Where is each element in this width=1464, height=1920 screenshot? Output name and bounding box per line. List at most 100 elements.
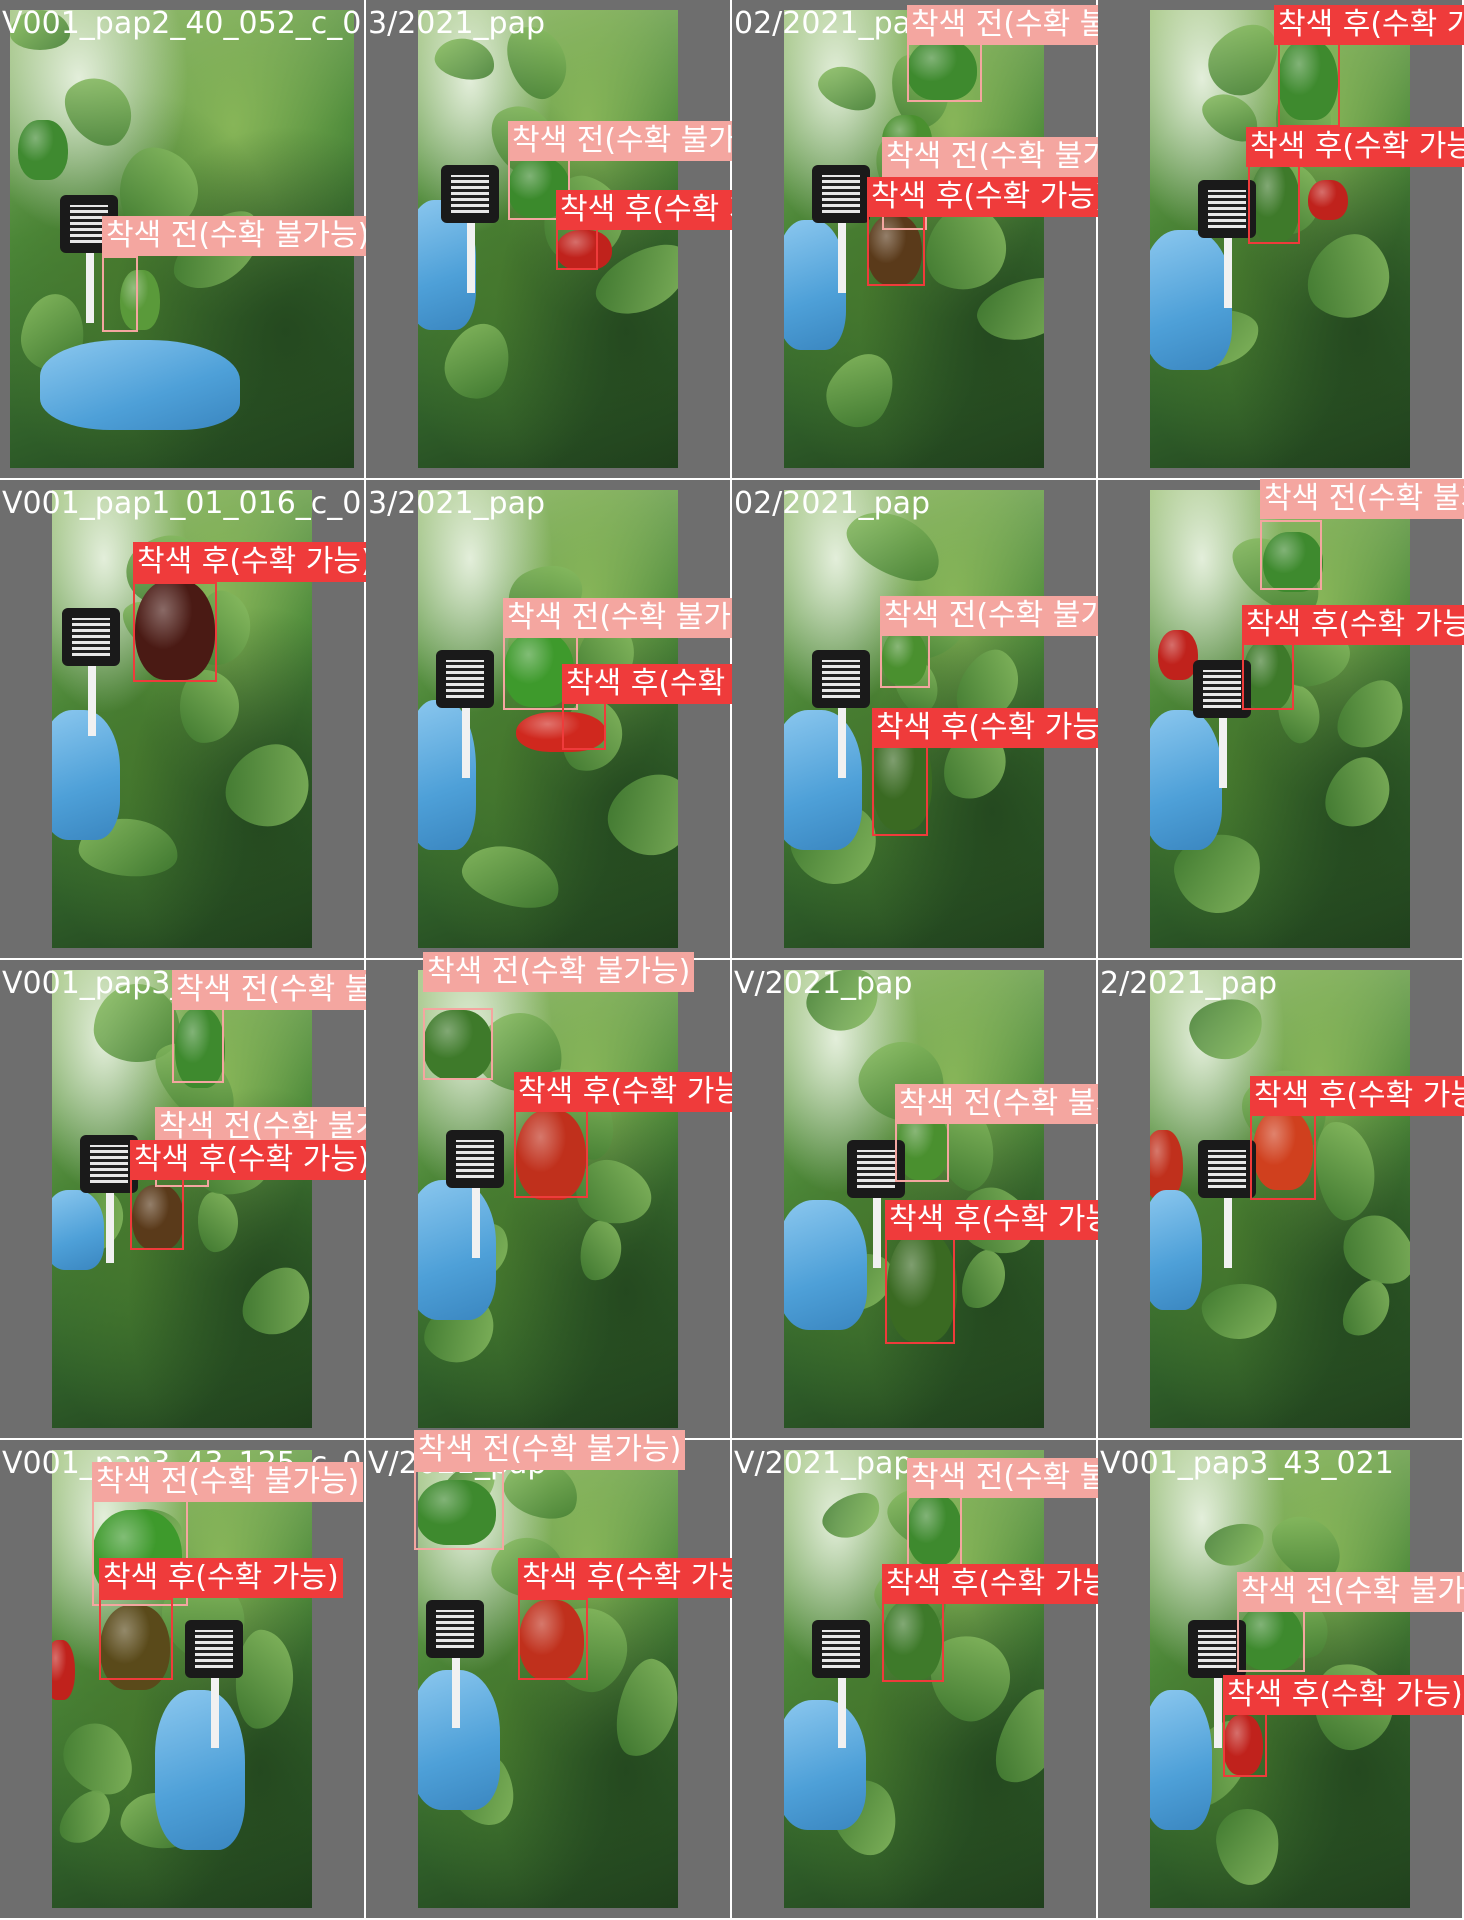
- leaf: [1292, 220, 1408, 336]
- image-filename: V001_pap3_43_021: [1100, 1446, 1394, 1481]
- image-filename: V001_pap2_40_052_c_0: [2, 6, 362, 41]
- detection-box-after: [1248, 162, 1300, 244]
- bell-pepper: [18, 120, 68, 180]
- detection-box-before: [907, 1495, 962, 1567]
- blue-glove-hand: [155, 1690, 245, 1850]
- detection-box-after: [562, 700, 606, 750]
- image-filename: 2/2021_pap: [1100, 966, 1278, 1001]
- qr-tag: [812, 650, 870, 778]
- detection-label-after: 착색 후(수확 가능): [872, 708, 1116, 748]
- leaf: [196, 1191, 240, 1253]
- mosaic-tile: 착색 후(수확 가능) 착색 후(수확 가능): [1098, 0, 1464, 480]
- detection-mosaic: V001_pap2_40_052_c_0 착색 전(수확 불가능) 3/2021_p…: [0, 0, 1464, 1920]
- detection-label-before: 착색 전(수확 불가능): [102, 216, 374, 256]
- blue-glove-hand: [1150, 230, 1232, 370]
- image-filename: V/2021_pap: [734, 966, 913, 1001]
- bell-pepper: [1308, 180, 1348, 220]
- detection-box-after: [867, 212, 925, 286]
- detection-label-after: 착색 후(수확 가능): [1274, 5, 1464, 45]
- pepper-plant-photo: [784, 970, 1044, 1428]
- detection-box-after: [1278, 42, 1340, 127]
- detection-box-before: [102, 256, 138, 332]
- mosaic-tile: V/2021_pap착색 전(수확 불가능)착색 후(수확 가능): [732, 960, 1167, 1440]
- detection-label-after: 착색 후(수확 가능): [885, 1200, 1129, 1240]
- qr-tag: [446, 1130, 504, 1258]
- pepper-plant-photo: [418, 10, 678, 468]
- qr-tag: [812, 1620, 870, 1748]
- mosaic-tile: V001_pap1_01_016_c_0 착색 후(수확 가능): [0, 480, 377, 960]
- detection-box-after: [885, 1232, 955, 1344]
- detection-box-after: [1250, 1110, 1316, 1200]
- detection-box-before: [423, 1008, 493, 1080]
- image-filename: 02/2021_pap: [734, 6, 931, 41]
- mosaic-tile: V001_pap3_4 착색 전(수확 불가능) 착색 전(수확 불가능) 착색 후(…: [0, 960, 444, 1440]
- blue-glove-hand: [1150, 710, 1222, 850]
- qr-tag: [1198, 1140, 1256, 1268]
- detection-label-after: 착색 후(수확 가능): [1250, 1076, 1464, 1116]
- blue-glove-hand: [52, 1190, 104, 1270]
- detection-label-after: 착색 후(수확 가능): [867, 177, 1111, 217]
- detection-box-after: [1223, 1705, 1267, 1777]
- leaf: [1310, 1117, 1381, 1224]
- detection-label-after: 착색 후(수확 가능): [133, 542, 377, 582]
- blue-glove-hand: [1150, 1690, 1212, 1830]
- mosaic-tile: 착색 전(수확 불가능) 착색 후(수확 가능): [366, 952, 758, 1440]
- mosaic-tile: V001_pap2_40_052_c_0 착색 전(수확 불가능): [0, 0, 374, 480]
- qr-tag: [812, 165, 870, 293]
- detection-box-before: [1260, 520, 1322, 590]
- pepper-plant-photo: [418, 490, 678, 948]
- detection-label-after: 착색 후(수확 가능): [99, 1558, 343, 1598]
- detection-label-before: 착색 전(수확 불가능): [1260, 479, 1464, 519]
- mosaic-tile: V/2021_pap착색 전(수확 불가능)착색 후(수확 가능): [732, 1440, 1179, 1920]
- leaf: [576, 1218, 626, 1284]
- detection-box-after: [1242, 640, 1294, 710]
- mosaic-tile: 3/2021_pap 착색 전(수확 불가능) 착색 후(수확 가능): [366, 480, 806, 960]
- leaf: [1200, 1281, 1279, 1342]
- mosaic-tile: 3/2021_pap 착색 전(수확 불가능) 착색 후(수확 가능): [366, 0, 800, 480]
- detection-box-before: [172, 1005, 224, 1083]
- blue-glove-hand: [784, 220, 846, 350]
- detection-box-after: [130, 1168, 184, 1250]
- detection-label-before: 착색 전(수확 불가능): [1237, 1572, 1464, 1612]
- mosaic-tile: V001_pap3_43_021 착색 전(수확 불가능) 착색 후(수확 가능): [1098, 1440, 1464, 1920]
- leaf: [816, 1484, 888, 1548]
- qr-tag: [62, 608, 120, 736]
- mosaic-tile: 02/2021_pap 착색 전(수확 불가능) 착색 전(수확 불가능) 착색 후(…: [732, 0, 1179, 480]
- blue-glove-hand: [784, 710, 862, 850]
- detection-label-after: 착색 후(수확 가능): [1242, 605, 1464, 645]
- detection-label-before: 착색 전(수확 불가능): [414, 1430, 686, 1470]
- leaf: [210, 729, 312, 845]
- image-filename: V001_pap1_01_016_c_0: [2, 486, 362, 521]
- bell-pepper: [52, 1640, 75, 1700]
- mosaic-tile: 02/2021_pap 착색 전(수확 불가능) 착색 후(수확 가능): [732, 480, 1152, 960]
- detection-label-after: 착색 후(수확 가능): [1223, 1675, 1464, 1715]
- leaf: [1184, 993, 1269, 1066]
- bell-pepper: [1158, 630, 1198, 680]
- blue-glove-hand: [784, 1700, 866, 1830]
- detection-box-after: [514, 1108, 588, 1198]
- leaf: [1212, 1805, 1284, 1889]
- leaf: [595, 760, 678, 872]
- leaf: [1313, 746, 1404, 841]
- detection-label-after: 착색 후(수확 가능): [514, 1072, 758, 1112]
- detection-box-after: [882, 1600, 944, 1682]
- qr-tag: [426, 1600, 484, 1728]
- mosaic-tile: 착색 전(수확 불가능) 착색 후(수확 가능): [1098, 479, 1464, 960]
- mosaic-tile: V/2021_pap착색 전(수확 불가능)착색 후(수확 가능): [366, 1430, 762, 1920]
- detection-box-before: [907, 40, 982, 102]
- detection-label-after: 착색 후(수확 가능): [518, 1558, 762, 1598]
- leaf: [1325, 669, 1410, 762]
- mosaic-tile: 2/2021_pap 착색 후(수확 가능): [1098, 960, 1464, 1440]
- qr-tag: [441, 165, 499, 293]
- qr-tag: [436, 650, 494, 778]
- detection-label-before: 착색 전(수확 불가능): [423, 952, 695, 992]
- image-filename: V/2021_pap: [734, 1446, 913, 1481]
- image-filename: 3/2021_pap: [368, 486, 546, 521]
- leaf: [456, 835, 567, 918]
- blue-glove-hand: [784, 1200, 867, 1330]
- detection-box-after: [99, 1598, 173, 1680]
- detection-label-before: 착색 전(수확 불가능): [92, 1462, 364, 1502]
- detection-label-after: 착색 후(수확 가능): [130, 1140, 374, 1180]
- mosaic-tile: V001_pap3_43_125_c_0착색 전(수확 불가능)착색 후(수확 …: [0, 1440, 366, 1920]
- detection-label-after: 착색 후(수확 가능): [882, 1564, 1126, 1604]
